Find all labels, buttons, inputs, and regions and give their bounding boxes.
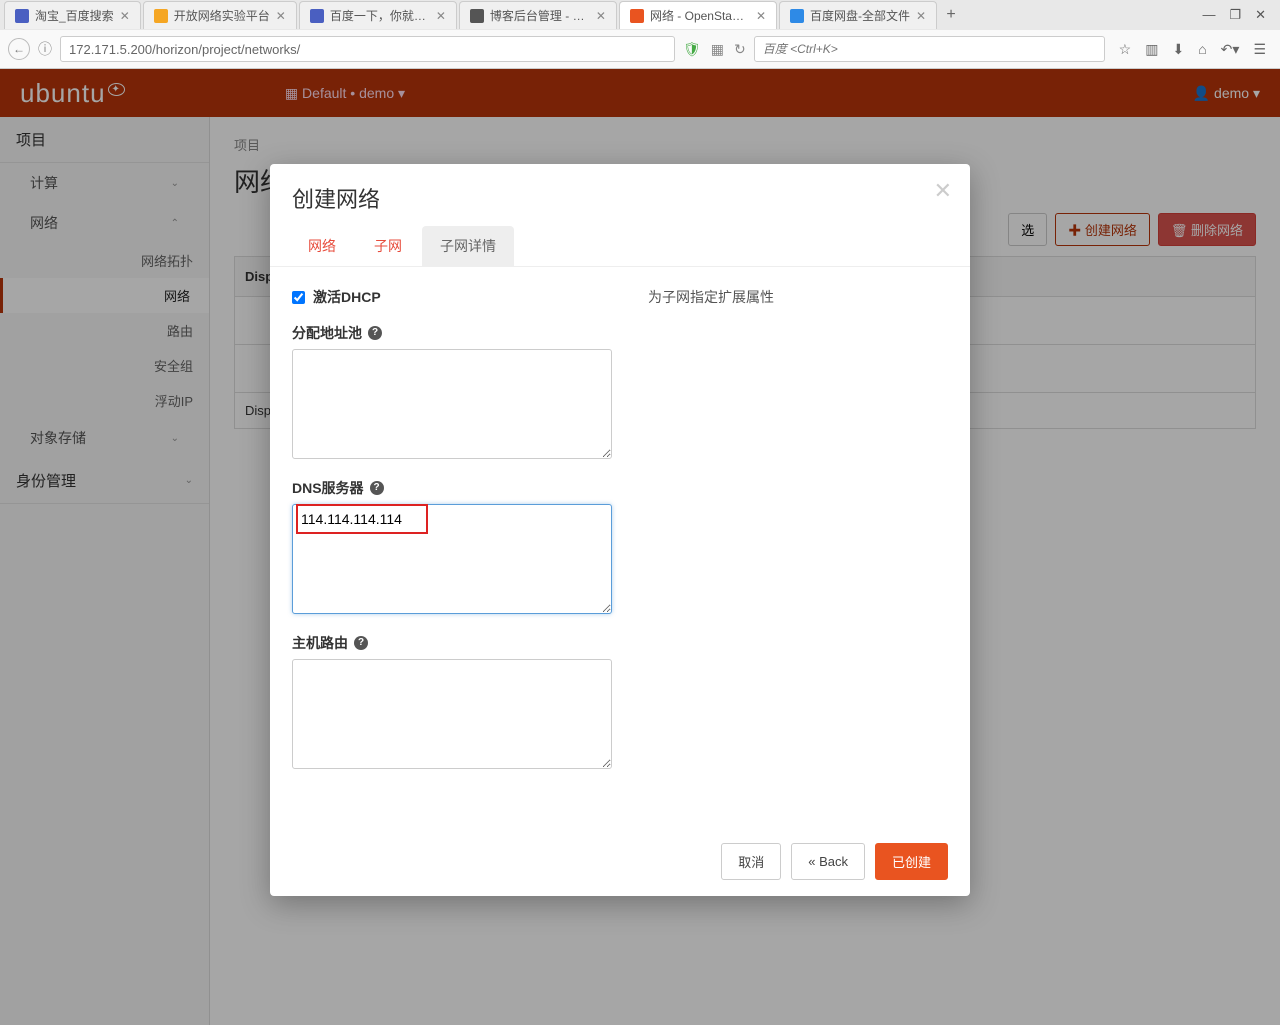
close-icon[interactable]: ✕: [436, 9, 446, 23]
help-icon[interactable]: ?: [370, 481, 384, 495]
browser-tab-active[interactable]: 网络 - OpenStack D ✕: [619, 1, 777, 29]
allocation-pools-input[interactable]: [292, 349, 612, 459]
help-icon[interactable]: ?: [368, 326, 382, 340]
tab-title: 百度网盘-全部文件: [810, 7, 910, 24]
url-input[interactable]: [60, 36, 675, 62]
tab-title: 淘宝_百度搜索: [35, 7, 114, 24]
minimize-icon[interactable]: —: [1202, 7, 1215, 23]
star-icon[interactable]: ☆: [1119, 41, 1132, 58]
close-window-icon[interactable]: ✕: [1255, 7, 1266, 23]
browser-chrome: 淘宝_百度搜索 ✕ 开放网络实验平台 ✕ 百度一下，你就知道 ✕ 博客后台管理 …: [0, 0, 1280, 69]
dns-servers-input[interactable]: [292, 504, 612, 614]
modal-description: 为子网指定扩展属性: [632, 287, 948, 817]
close-icon[interactable]: ✕: [596, 9, 606, 23]
dns-servers-label: DNS服务器: [292, 478, 364, 498]
allocation-pools-label: 分配地址池: [292, 323, 362, 343]
favicon-icon: [154, 9, 168, 23]
tab-title: 开放网络实验平台: [174, 7, 270, 24]
close-icon[interactable]: ✕: [120, 9, 130, 23]
tab-strip: 淘宝_百度搜索 ✕ 开放网络实验平台 ✕ 百度一下，你就知道 ✕ 博客后台管理 …: [0, 0, 1280, 30]
qr-icon[interactable]: ▦: [711, 41, 724, 58]
download-icon[interactable]: ⬇: [1172, 41, 1184, 58]
close-icon[interactable]: ✕: [756, 9, 766, 23]
back-button[interactable]: « Back: [791, 843, 865, 880]
browser-tab[interactable]: 开放网络实验平台 ✕: [143, 1, 297, 29]
enable-dhcp-label: 激活DHCP: [313, 287, 381, 307]
help-icon[interactable]: ?: [354, 636, 368, 650]
tab-subnet[interactable]: 子网: [356, 226, 420, 266]
favicon-icon: [15, 9, 29, 23]
browser-tab[interactable]: 百度网盘-全部文件 ✕: [779, 1, 937, 29]
favicon-icon: [790, 9, 804, 23]
tab-subnet-details[interactable]: 子网详情: [422, 226, 514, 266]
tab-title: 网络 - OpenStack D: [650, 7, 750, 24]
tab-network[interactable]: 网络: [290, 226, 354, 266]
host-routes-input[interactable]: [292, 659, 612, 769]
close-icon[interactable]: ✕: [916, 9, 926, 23]
openstack-page: ubuntu✦ ▦ Default • demo ▾ 👤 demo ▾ 项目 计…: [0, 69, 1280, 1025]
tab-title: 博客后台管理 - 博客园: [490, 7, 590, 24]
shield-icon[interactable]: 🛡: [683, 41, 701, 58]
address-bar: ← ⓘ 🛡 ▦ ↻ ☆ ▥ ⬇ ⌂ ↶▾ ☰: [0, 30, 1280, 68]
back-icon[interactable]: ←: [8, 38, 30, 60]
browser-tab[interactable]: 博客后台管理 - 博客园 ✕: [459, 1, 617, 29]
modal-title: 创建网络: [292, 182, 948, 214]
favicon-icon: [310, 9, 324, 23]
window-controls: — ❐ ✕: [1202, 7, 1276, 23]
host-routes-label: 主机路由: [292, 633, 348, 653]
tab-title: 百度一下，你就知道: [330, 7, 430, 24]
favicon-icon: [470, 9, 484, 23]
history-icon[interactable]: ↶▾: [1221, 41, 1240, 58]
submit-button[interactable]: 已创建: [875, 843, 948, 880]
browser-tab[interactable]: 百度一下，你就知道 ✕: [299, 1, 457, 29]
reload-icon[interactable]: ↻: [734, 41, 746, 58]
new-tab-button[interactable]: +: [939, 6, 963, 24]
enable-dhcp-checkbox[interactable]: [292, 291, 305, 304]
home-icon[interactable]: ⌂: [1198, 41, 1206, 57]
library-icon[interactable]: ▥: [1145, 41, 1158, 58]
info-icon[interactable]: ⓘ: [38, 39, 52, 59]
close-icon[interactable]: ✕: [934, 178, 952, 204]
browser-tab[interactable]: 淘宝_百度搜索 ✕: [4, 1, 141, 29]
create-network-modal: 创建网络 ✕ 网络 子网 子网详情 激活DHCP 分配地址池? DNS服务器?: [270, 164, 970, 896]
modal-tabs: 网络 子网 子网详情: [270, 226, 970, 267]
search-input[interactable]: [754, 36, 1105, 62]
close-icon[interactable]: ✕: [276, 9, 286, 23]
cancel-button[interactable]: 取消: [721, 843, 781, 880]
menu-icon[interactable]: ☰: [1253, 41, 1266, 58]
maximize-icon[interactable]: ❐: [1229, 7, 1241, 23]
favicon-icon: [630, 9, 644, 23]
